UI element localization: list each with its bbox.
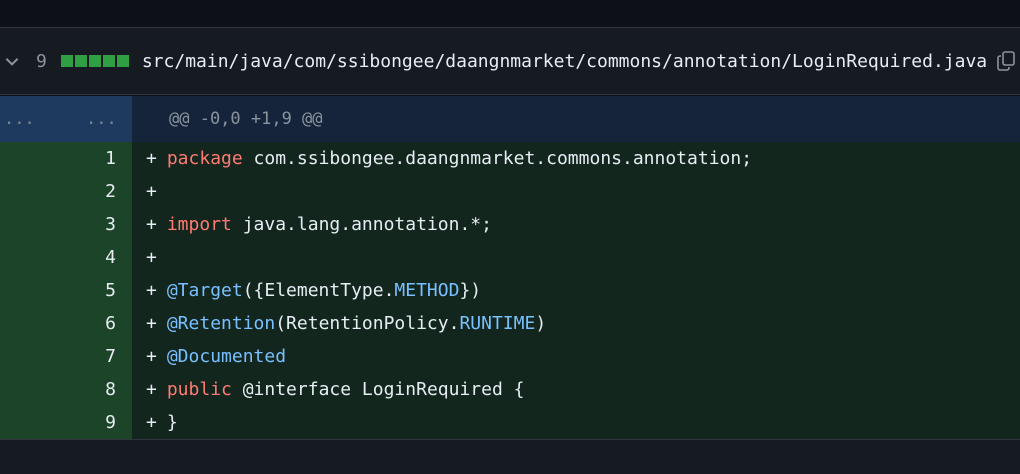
code-lines: 1 + package com.ssibongee.daangnmarket.co… (0, 142, 1020, 439)
diffstat-added-block (116, 55, 129, 67)
line-number[interactable]: 3 (0, 208, 132, 241)
diff-line: 3 + import java.lang.annotation.*; (0, 208, 1020, 241)
line-number[interactable]: 9 (0, 406, 132, 439)
code-line: +} (132, 406, 1020, 439)
added-marker: + (146, 379, 157, 400)
hunk-header-row: ... ... @@ -0,0 +1,9 @@ (0, 96, 1020, 142)
line-number[interactable]: 8 (0, 373, 132, 406)
diffstat-added-block (102, 55, 115, 67)
hunk-expand-gutter[interactable]: ... ... (0, 96, 132, 142)
file-header: 9 src/main/java/com/ssibongee/daangnmark… (0, 27, 1020, 95)
added-marker: + (146, 280, 157, 301)
bottom-divider (0, 439, 1020, 474)
change-count: 9 (36, 50, 47, 72)
line-number[interactable]: 2 (0, 175, 132, 208)
added-marker: + (146, 181, 157, 202)
diff-line: 5 + @Target({ElementType.METHOD}) (0, 274, 1020, 307)
diffstat (60, 55, 129, 67)
code-line: + package com.ssibongee.daangnmarket.comm… (132, 142, 1020, 175)
line-number[interactable]: 7 (0, 340, 132, 373)
annotation: @Target (166, 280, 243, 301)
code-text: ) (535, 313, 547, 334)
diffstat-added-block (88, 55, 101, 67)
added-marker: + (146, 346, 157, 367)
annotation: @Documented (166, 346, 287, 367)
keyword: package (166, 148, 243, 169)
constant: METHOD (394, 280, 460, 301)
hunk-header: @@ -0,0 +1,9 @@ (132, 96, 1020, 142)
diff-line: 6 + @Retention(RetentionPolicy.RUNTIME) (0, 307, 1020, 340)
code-line: + import java.lang.annotation.*; (132, 208, 1020, 241)
line-number[interactable]: 5 (0, 274, 132, 307)
diff-line: 4 + (0, 241, 1020, 274)
code-line: + (132, 241, 1020, 274)
file-path-link[interactable]: src/main/java/com/ssibongee/daangnmarket… (142, 51, 987, 72)
added-marker: + (146, 313, 157, 334)
code-text: (RetentionPolicy. (275, 313, 460, 334)
code-line: + @Retention(RetentionPolicy.RUNTIME) (132, 307, 1020, 340)
added-marker: + (146, 148, 157, 169)
diffstat-added-block (60, 55, 73, 67)
code-text: java.lang.annotation.*; (231, 214, 492, 235)
code-line: + public @interface LoginRequired { (132, 373, 1020, 406)
hunk-old-dots: ... (4, 109, 35, 129)
line-number[interactable]: 6 (0, 307, 132, 340)
constant: RUNTIME (459, 313, 536, 334)
copy-icon[interactable] (997, 50, 1017, 72)
diff-line: 1 + package com.ssibongee.daangnmarket.co… (0, 142, 1020, 175)
code-line: + @Target({ElementType.METHOD}) (132, 274, 1020, 307)
diff-view: 9 src/main/java/com/ssibongee/daangnmark… (0, 0, 1020, 474)
code-text: } (166, 412, 178, 433)
added-marker: + (146, 412, 157, 433)
chevron-down-icon[interactable] (2, 51, 22, 71)
line-number[interactable]: 1 (0, 142, 132, 175)
annotation: @Retention (166, 313, 276, 334)
diff-line: 2 + (0, 175, 1020, 208)
added-marker: + (146, 214, 157, 235)
code-text: com.ssibongee.daangnmarket.commons.annot… (242, 148, 753, 169)
line-number[interactable]: 4 (0, 241, 132, 274)
diffstat-added-block (74, 55, 87, 67)
code-text: }) (459, 280, 482, 301)
diff-line: 7 + @Documented (0, 340, 1020, 373)
diff-line: 8 + public @interface LoginRequired { (0, 373, 1020, 406)
hunk-new-dots: ... (86, 109, 117, 129)
added-marker: + (146, 247, 157, 268)
code-text: @interface LoginRequired { (231, 379, 525, 400)
code-line: + @Documented (132, 340, 1020, 373)
keyword: import (166, 214, 232, 235)
code-text: ({ElementType. (242, 280, 395, 301)
keyword: public (166, 379, 232, 400)
code-line: + (132, 175, 1020, 208)
diff-line: 9 +} (0, 406, 1020, 439)
